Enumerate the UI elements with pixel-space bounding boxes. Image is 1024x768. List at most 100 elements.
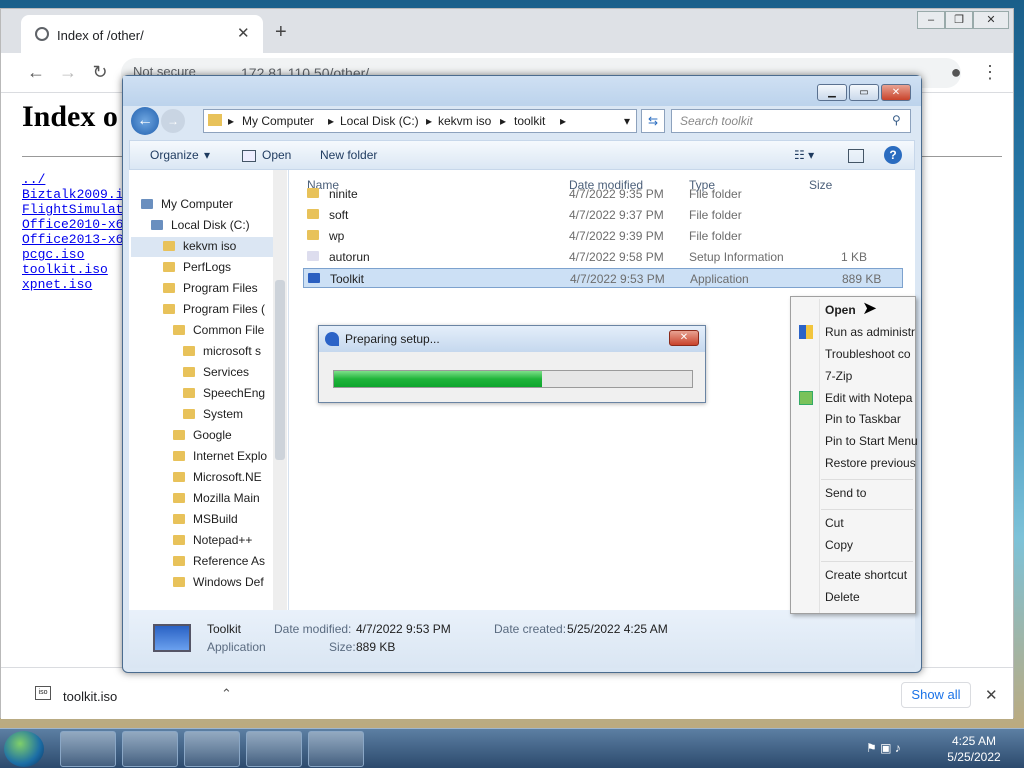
context-menu-item[interactable]: Cut — [825, 516, 844, 530]
setup-dialog: Preparing setup... ✕ — [318, 325, 706, 403]
media-player-taskbar-icon[interactable] — [122, 731, 178, 767]
nav-item[interactable]: kekvm iso — [163, 239, 236, 253]
file-link[interactable]: Biztalk2009.is — [22, 187, 131, 202]
chevron-up-icon[interactable]: ⌃ — [221, 686, 232, 702]
file-link[interactable]: xpnet.iso — [22, 277, 92, 292]
context-menu-item[interactable]: Restore previous — [825, 456, 916, 470]
file-link[interactable]: FlightSimulato — [22, 202, 131, 217]
nav-item[interactable]: MSBuild — [173, 512, 238, 526]
context-menu-item[interactable]: Troubleshoot co — [825, 347, 911, 361]
close-window-icon[interactable]: ✕ — [973, 11, 1009, 29]
file-date: 4/7/2022 9:35 PM — [569, 187, 664, 201]
nav-item[interactable]: Program Files — [163, 281, 258, 295]
crumb-my-computer[interactable]: My Computer — [242, 114, 314, 128]
new-folder-button[interactable]: New folder — [320, 148, 377, 162]
refresh-icon[interactable]: ⇆ — [641, 109, 665, 133]
preview-pane-icon[interactable] — [848, 149, 864, 163]
chrome-taskbar-icon[interactable] — [184, 731, 240, 767]
file-size: 1 KB — [841, 250, 868, 264]
back-icon[interactable]: ← — [25, 62, 47, 83]
close-icon[interactable]: ✕ — [881, 84, 911, 101]
nav-item[interactable]: Local Disk (C:) — [151, 218, 250, 232]
menu-icon[interactable]: ⋮ — [979, 62, 1001, 83]
context-menu-item[interactable]: Edit with Notepa — [825, 391, 912, 405]
close-download-bar-icon[interactable]: ✕ — [985, 686, 998, 704]
settings-file-icon — [307, 251, 319, 261]
open-button[interactable]: Open — [262, 148, 291, 162]
reload-icon[interactable]: ↻ — [89, 62, 111, 83]
nav-item-label: Program Files — [183, 281, 258, 295]
context-menu-item[interactable]: Create shortcut — [825, 568, 907, 582]
computer-taskbar-icon[interactable] — [246, 731, 302, 767]
nav-scrollbar[interactable] — [273, 170, 287, 610]
file-link[interactable]: Office2013-x64 — [22, 232, 131, 247]
close-icon[interactable]: ✕ — [669, 330, 699, 346]
crumb-toolkit[interactable]: toolkit — [514, 114, 545, 128]
nav-item[interactable]: Reference As — [173, 554, 265, 568]
context-menu-item[interactable]: Open — [825, 303, 856, 317]
show-all-button[interactable]: Show all — [901, 682, 971, 708]
context-menu-item[interactable]: Pin to Taskbar — [825, 412, 901, 426]
context-menu-item[interactable]: Run as administr — [825, 325, 915, 339]
back-icon[interactable]: ← — [131, 107, 159, 135]
restore-icon[interactable]: ❐ — [945, 11, 973, 29]
profile-icon[interactable]: ● — [945, 62, 967, 83]
file-link[interactable]: ../ — [22, 172, 45, 187]
forward-icon[interactable]: → — [161, 109, 185, 133]
nav-item[interactable]: Notepad++ — [173, 533, 252, 547]
search-input[interactable]: Search toolkit ⚲ — [671, 109, 911, 133]
scroll-thumb[interactable] — [275, 280, 285, 460]
start-button[interactable] — [4, 731, 44, 767]
chevron-down-icon[interactable]: ▾ — [624, 114, 630, 128]
forward-icon[interactable]: → — [57, 62, 79, 83]
breadcrumb[interactable]: ▸ My Computer ▸ Local Disk (C:) ▸ kekvm … — [203, 109, 637, 133]
minimize-icon[interactable]: ▁ — [817, 84, 847, 101]
context-menu-item[interactable]: Pin to Start Menu — [825, 434, 918, 448]
clock[interactable]: 4:25 AM 5/25/2022 — [936, 733, 1012, 765]
nav-item[interactable]: SpeechEng — [183, 386, 265, 400]
maximize-icon[interactable]: ▭ — [849, 84, 879, 101]
context-menu-item[interactable]: Delete — [825, 590, 860, 604]
file-row[interactable]: soft 4/7/2022 9:37 PM File folder — [303, 205, 903, 225]
organize-button[interactable]: Organize — [150, 148, 199, 162]
nav-item[interactable]: Google — [173, 428, 232, 442]
file-link[interactable]: toolkit.iso — [22, 262, 108, 277]
search-icon[interactable]: ⚲ — [892, 113, 901, 127]
nav-item[interactable]: Common File — [173, 323, 264, 337]
file-row[interactable]: wp 4/7/2022 9:39 PM File folder — [303, 226, 903, 246]
context-menu-item[interactable]: 7-Zip — [825, 369, 852, 383]
download-filename[interactable]: toolkit.iso — [63, 689, 117, 704]
tray-icons[interactable]: ⚑ ▣ ♪ — [866, 741, 901, 755]
file-row[interactable]: Toolkit 4/7/2022 9:53 PM Application 889 KB — [303, 268, 903, 288]
menu-separator — [821, 509, 913, 510]
minimize-icon[interactable]: – — [917, 11, 945, 29]
nav-item[interactable]: Mozilla Main — [173, 491, 260, 505]
nav-item[interactable]: Services — [183, 365, 249, 379]
nav-item[interactable]: My Computer — [141, 197, 233, 211]
context-menu-item[interactable]: Send to — [825, 486, 866, 500]
file-link[interactable]: Office2010-x64 — [22, 217, 131, 232]
crumb-kekvm-iso[interactable]: kekvm iso — [438, 114, 491, 128]
nav-item[interactable]: PerfLogs — [163, 260, 231, 274]
context-menu-item[interactable]: Copy — [825, 538, 853, 552]
nav-item[interactable]: Internet Explo — [173, 449, 267, 463]
file-row[interactable]: autorun 4/7/2022 9:58 PM Setup Information… — [303, 247, 903, 267]
nav-item[interactable]: Windows Def — [173, 575, 264, 589]
help-icon[interactable]: ? — [884, 146, 902, 164]
explorer-taskbar-icon[interactable] — [60, 731, 116, 767]
close-tab-icon[interactable]: ✕ — [237, 24, 250, 42]
command-bar: Organize ▾ Open New folder ☷ ▾ ? — [129, 140, 915, 170]
browser-tab[interactable]: Index of /other/ ✕ — [21, 15, 263, 53]
crumb-separator-icon: ▸ — [426, 114, 433, 128]
nav-item[interactable]: Program Files ( — [163, 302, 265, 316]
nav-item[interactable]: microsoft s — [183, 344, 261, 358]
file-link[interactable]: pcgc.iso — [22, 247, 84, 262]
file-row[interactable]: ninite 4/7/2022 9:35 PM File folder — [303, 184, 903, 204]
nav-item[interactable]: System — [183, 407, 243, 421]
nav-item[interactable]: Microsoft.NE — [173, 470, 262, 484]
views-icon[interactable]: ☷ ▾ — [794, 148, 814, 162]
details-name: Toolkit — [207, 622, 242, 636]
crumb-local-disk[interactable]: Local Disk (C:) — [340, 114, 419, 128]
new-tab-icon[interactable]: + — [275, 21, 287, 44]
setup-taskbar-icon[interactable] — [308, 731, 364, 767]
